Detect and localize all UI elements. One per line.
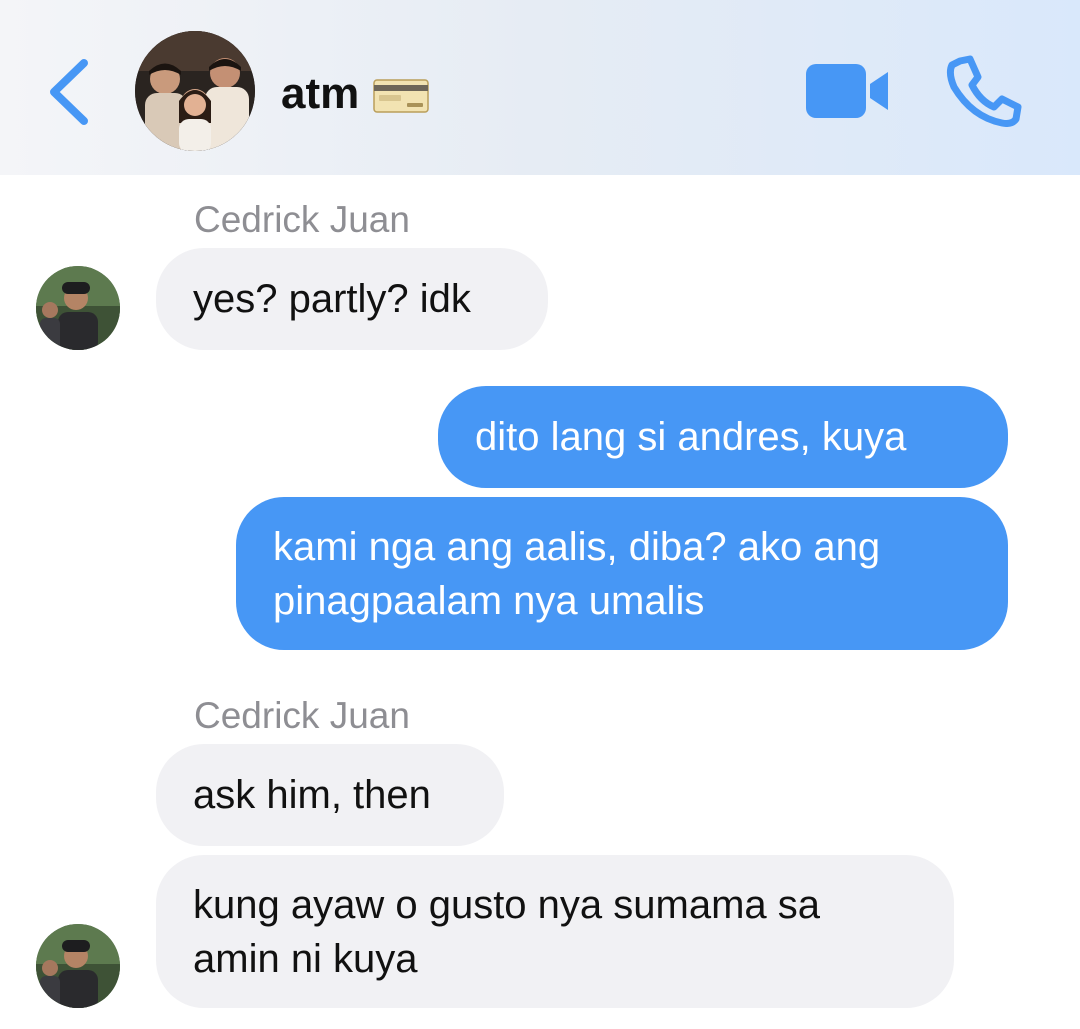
chevron-left-icon[interactable] bbox=[44, 57, 94, 127]
message-bubble-incoming[interactable]: yes? partly? idk bbox=[156, 248, 548, 350]
chat-header: atm bbox=[0, 0, 1080, 175]
phone-icon[interactable] bbox=[946, 55, 1022, 127]
message-bubble-incoming[interactable]: kung ayaw o gusto nya sumama sa amin ni … bbox=[156, 855, 954, 1008]
avatar[interactable] bbox=[36, 266, 120, 350]
message-text: yes? partly? idk bbox=[193, 277, 471, 321]
sender-name: Cedrick Juan bbox=[194, 695, 410, 736]
message-text: dito lang si andres, kuya bbox=[475, 415, 907, 459]
video-camera-icon[interactable] bbox=[806, 62, 890, 120]
chat-title-text: atm bbox=[281, 69, 360, 118]
message-bubble-outgoing[interactable]: kami nga ang aalis, diba? ako ang pinagp… bbox=[236, 497, 1008, 650]
chat-title[interactable]: atm bbox=[281, 68, 429, 120]
sender-name: Cedrick Juan bbox=[194, 199, 410, 240]
message-bubble-incoming[interactable]: ask him, then bbox=[156, 744, 504, 846]
message-text: kami nga ang aalis, diba? ako ang pinagp… bbox=[273, 524, 881, 623]
message-bubble-outgoing[interactable]: dito lang si andres, kuya bbox=[438, 386, 1008, 488]
message-text: kung ayaw o gusto nya sumama sa amin ni … bbox=[193, 882, 821, 981]
avatar[interactable] bbox=[36, 924, 120, 1008]
message-text: ask him, then bbox=[193, 773, 431, 817]
credit-card-icon bbox=[373, 79, 429, 113]
group-avatar[interactable] bbox=[135, 31, 255, 151]
